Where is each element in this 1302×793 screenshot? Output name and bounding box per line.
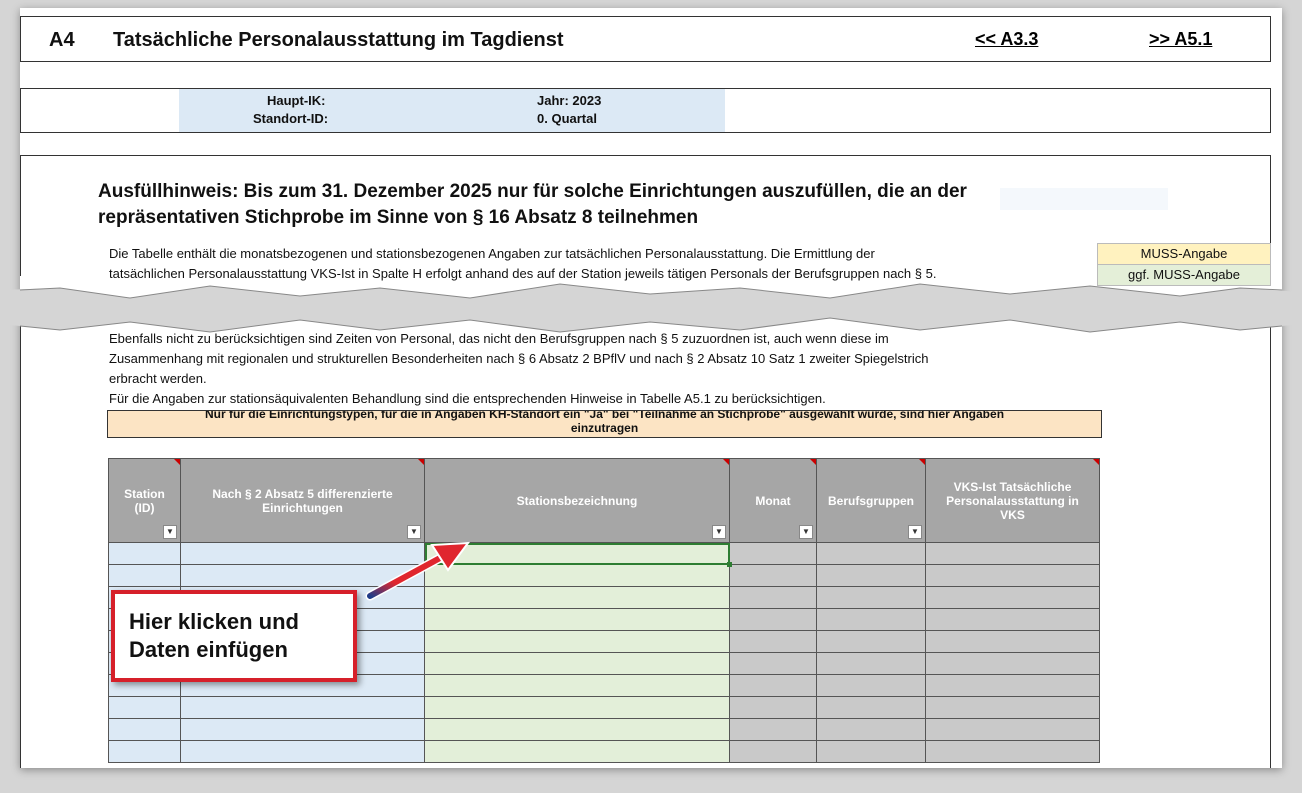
cell-vks-ist[interactable] [925,608,1100,631]
cell-station-id[interactable] [108,564,181,587]
sample-note-box: Nur für die Einrichtungstypen, für die i… [107,410,1102,438]
page-title: Tatsächliche Personalausstattung im Tagd… [113,29,564,51]
cell-vks-ist[interactable] [925,740,1100,763]
cell-stationsbezeichnung[interactable] [424,608,730,631]
jahr-value: Jahr: 2023 [537,93,602,108]
hint-para-line4: Zusammenhang mit regionalen und struktur… [109,351,929,366]
cell-vks-ist[interactable] [925,564,1100,587]
cell-einrichtung[interactable] [180,696,425,719]
cell-einrichtung[interactable] [180,740,425,763]
cell-stationsbezeichnung[interactable] [424,652,730,675]
cell-berufsgruppe[interactable] [816,740,926,763]
col-station-id: Station (ID) ▼ [108,458,181,543]
cell-station-id[interactable] [108,696,181,719]
title-bar: A4 Tatsächliche Personalausstattung im T… [20,16,1271,62]
col-vks-ist: VKS-Ist Tatsächliche Personalausstattung… [925,458,1100,543]
cell-berufsgruppe[interactable] [816,718,926,741]
cell-berufsgruppe[interactable] [816,652,926,675]
cell-vks-ist[interactable] [925,696,1100,719]
faint-cell [1000,188,1168,210]
cell-berufsgruppe[interactable] [816,696,926,719]
cell-stationsbezeichnung[interactable] [424,718,730,741]
cell-berufsgruppe[interactable] [816,586,926,609]
comment-indicator-icon [418,459,424,465]
cell-stationsbezeichnung[interactable] [424,564,730,587]
cell-berufsgruppe[interactable] [816,608,926,631]
filter-dropdown-icon[interactable]: ▼ [163,525,177,539]
link-prev-sheet[interactable]: << A3.3 [975,29,1038,50]
hint-para-line5: erbracht werden. [109,371,207,386]
hint-para-line3: Ebenfalls nicht zu berücksichtigen sind … [109,331,889,346]
cell-monat[interactable] [729,542,817,565]
cell-einrichtung[interactable] [180,718,425,741]
haupt-ik-label: Haupt-IK: [267,93,326,108]
comment-indicator-icon [723,459,729,465]
hint-para-line6: Für die Angaben zur stationsäquivalenten… [109,391,826,406]
filter-dropdown-icon[interactable]: ▼ [712,525,726,539]
col-einrichtungen: Nach § 2 Absatz 5 differenzierte Einrich… [180,458,425,543]
col-stationsbezeichnung: Stationsbezeichnung ▼ [424,458,730,543]
filter-dropdown-icon[interactable]: ▼ [799,525,813,539]
sample-note-line1: Nur für die Einrichtungstypen, für die i… [204,410,1005,421]
cell-vks-ist[interactable] [925,630,1100,653]
sheet-code: A4 [49,29,75,51]
cell-monat[interactable] [729,674,817,697]
cell-station-id[interactable] [108,740,181,763]
cell-vks-ist[interactable] [925,674,1100,697]
cell-monat[interactable] [729,652,817,675]
table-row [108,718,1100,741]
cell-vks-ist[interactable] [925,652,1100,675]
cell-monat[interactable] [729,564,817,587]
cell-station-id[interactable] [108,718,181,741]
cell-stationsbezeichnung[interactable] [424,630,730,653]
hint-heading-line1: Ausfüllhinweis: Bis zum 31. Dezember 202… [98,181,967,202]
cell-vks-ist[interactable] [925,586,1100,609]
cell-einrichtung[interactable] [180,542,425,565]
info-box: Haupt-IK: Standort-ID: Jahr: 2023 0. Qua… [20,88,1271,133]
cell-berufsgruppe[interactable] [816,542,926,565]
cell-monat[interactable] [729,608,817,631]
cell-berufsgruppe[interactable] [816,674,926,697]
cell-vks-ist[interactable] [925,718,1100,741]
filter-dropdown-icon[interactable]: ▼ [407,525,421,539]
sample-note-line2: einzutragen [570,421,639,435]
cell-berufsgruppe[interactable] [816,564,926,587]
table-row [108,740,1100,763]
cell-berufsgruppe[interactable] [816,630,926,653]
standort-id-label: Standort-ID: [253,111,329,126]
cell-station-id[interactable] [108,542,181,565]
callout-line1: Hier klicken und [129,609,299,634]
cell-einrichtung[interactable] [180,564,425,587]
col-berufsgruppen: Berufsgruppen ▼ [816,458,926,543]
cell-stationsbezeichnung[interactable] [424,674,730,697]
cell-stationsbezeichnung[interactable] [424,740,730,763]
comment-indicator-icon [174,459,180,465]
comment-indicator-icon [810,459,816,465]
table-row [108,564,1100,587]
link-next-sheet[interactable]: >> A5.1 [1149,29,1212,50]
callout-line2: Daten einfügen [129,637,288,662]
cell-monat[interactable] [729,586,817,609]
cell-vks-ist[interactable] [925,542,1100,565]
col-monat: Monat ▼ [729,458,817,543]
click-here-callout: Hier klicken und Daten einfügen [111,590,357,682]
table-header-row: Station (ID) ▼ Nach § 2 Absatz 5 differe… [108,458,1100,543]
table-row [108,542,1100,568]
legend-muss: MUSS-Angabe [1097,243,1271,265]
table-row [108,696,1100,719]
comment-indicator-icon [919,459,925,465]
filter-dropdown-icon[interactable]: ▼ [908,525,922,539]
cell-monat[interactable] [729,718,817,741]
hint-para-line1: Die Tabelle enthält die monatsbezogenen … [109,246,875,261]
cell-stationsbezeichnung[interactable] [424,696,730,719]
quartal-value: 0. Quartal [537,111,597,126]
torn-edge-top [0,283,1302,310]
hint-heading-line2: repräsentativen Stichprobe im Sinne von … [98,207,699,228]
cell-monat[interactable] [729,696,817,719]
cell-stationsbezeichnung[interactable] [424,542,733,568]
comment-indicator-icon [1093,459,1099,465]
cell-monat[interactable] [729,630,817,653]
cell-monat[interactable] [729,740,817,763]
cell-stationsbezeichnung[interactable] [424,586,730,609]
